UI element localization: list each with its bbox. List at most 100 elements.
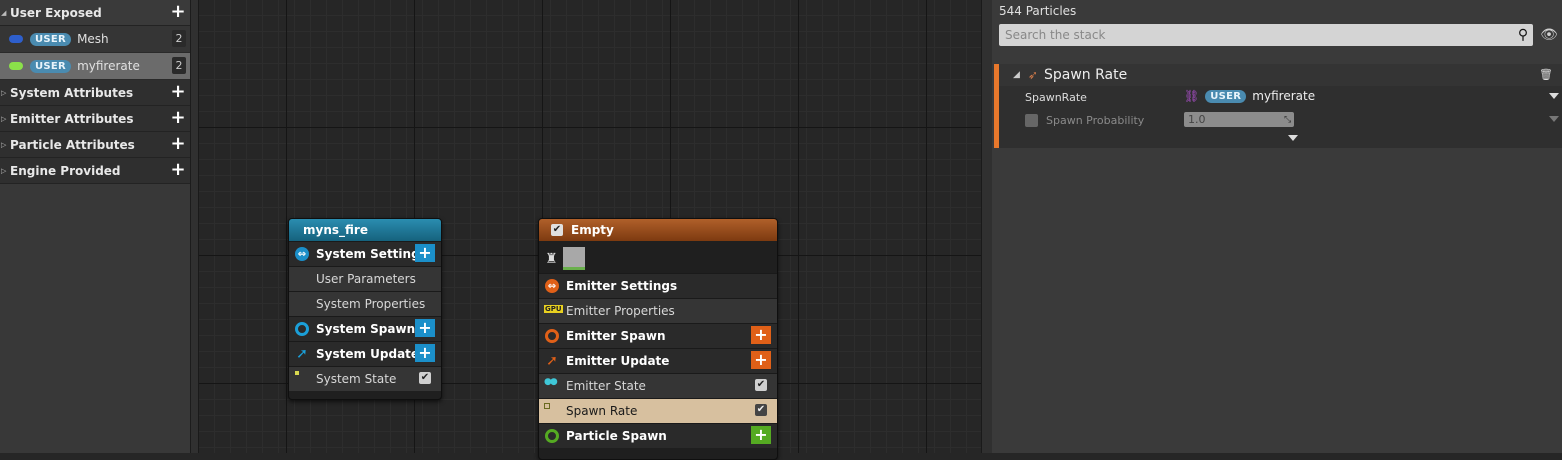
emitter-node[interactable]: ✔ Empty ♜ ⇔ Emitter Settings GPU Emitter… (538, 218, 778, 460)
chevron-down-icon[interactable] (1549, 116, 1559, 122)
add-parameter-button[interactable]: + (170, 3, 186, 21)
add-module-button[interactable]: + (415, 319, 435, 337)
row-label: Emitter Properties (566, 304, 675, 318)
emitter-settings-icon: ⇔ (545, 279, 559, 293)
row-label: System State (316, 372, 397, 386)
emitter-properties-row[interactable]: GPU Emitter Properties (539, 298, 777, 323)
system-node-header[interactable]: myns_fire (289, 219, 441, 241)
add-parameter-button[interactable]: + (170, 109, 186, 127)
row-label: Emitter State (566, 379, 646, 393)
parameter-item-myfirerate[interactable]: USER myfirerate 2 (0, 53, 190, 80)
emitter-thumbnail-row: ♜ (539, 241, 777, 273)
add-module-button[interactable]: + (751, 426, 771, 444)
module-dot-icon (295, 371, 299, 375)
row-label: Emitter Update (566, 354, 670, 368)
user-parameters-row[interactable]: User Parameters (289, 266, 441, 291)
emitter-settings-group[interactable]: ⇔ Emitter Settings (539, 273, 777, 298)
spawnrate-input-row[interactable]: SpawnRate ⛓ USER myfirerate (999, 86, 1562, 109)
category-label: System Attributes (10, 85, 134, 100)
spawn-rate-module[interactable]: ◢ ➶ Spawn Rate 🗑 SpawnRate ⛓ USER myfire… (994, 64, 1562, 148)
expand-arrow-icon[interactable]: ▷ (1, 89, 9, 97)
system-properties-row[interactable]: System Properties (289, 291, 441, 316)
row-label: System Settings (316, 247, 427, 261)
expand-arrow-icon[interactable]: ▷ (1, 167, 9, 175)
collapse-arrow-icon[interactable]: ◢ (1, 9, 9, 17)
user-namespace-pill: USER (30, 59, 72, 73)
row-label: Emitter Spawn (566, 329, 666, 343)
spawn-ring-icon (545, 329, 559, 343)
system-settings-group[interactable]: ⇔ System Settings + (289, 241, 441, 266)
add-module-button[interactable]: + (415, 344, 435, 362)
add-parameter-button[interactable]: + (170, 161, 186, 179)
input-label: SpawnRate (1025, 91, 1087, 104)
add-module-button[interactable]: + (415, 244, 435, 262)
emitter-enable-checkbox[interactable]: ✔ (551, 224, 563, 236)
module-header[interactable]: ◢ ➶ Spawn Rate 🗑 (999, 64, 1562, 86)
row-label: Spawn Rate (566, 404, 638, 418)
category-engine-provided[interactable]: ▷ Engine Provided + (0, 158, 190, 184)
emitter-spawn-group[interactable]: Emitter Spawn + (539, 323, 777, 348)
enable-checkbox[interactable]: ✔ (755, 379, 767, 391)
category-particle-attributes[interactable]: ▷ Particle Attributes + (0, 132, 190, 158)
add-parameter-button[interactable]: + (170, 135, 186, 153)
panel-splitter[interactable] (191, 0, 199, 453)
renderer-pin-icon[interactable]: ♜ (545, 251, 558, 267)
enable-checkbox[interactable]: ✔ (419, 372, 431, 384)
category-label: Particle Attributes (10, 137, 135, 152)
system-spawn-group[interactable]: System Spawn + (289, 316, 441, 341)
expand-arrow-icon[interactable]: ▷ (1, 141, 9, 149)
expand-arrow-icon[interactable]: ▷ (1, 115, 9, 123)
search-stack-input[interactable]: Search the stack ⚲ (999, 24, 1533, 46)
search-icon[interactable]: ⚲ (1515, 27, 1531, 43)
parameter-name: myfirerate (77, 59, 140, 73)
spawn-probability-row[interactable]: Spawn Probability 1.0 ⤡ (999, 109, 1562, 132)
row-label: System Properties (316, 297, 426, 311)
row-label: Particle Spawn (566, 429, 667, 443)
emitter-state-row[interactable]: ●● Emitter State ✔ (539, 373, 777, 398)
spawn-ring-icon (295, 322, 309, 336)
system-state-row[interactable]: System State ✔ (289, 366, 441, 391)
float-type-icon (9, 62, 23, 70)
spawn-rate-row[interactable]: Spawn Rate ✔ (539, 398, 777, 423)
enable-checkbox[interactable]: ✔ (755, 404, 767, 416)
spawn-ring-icon (545, 429, 559, 443)
row-label: System Spawn (316, 322, 416, 336)
probability-value-field[interactable]: 1.0 (1184, 112, 1294, 127)
category-system-attributes[interactable]: ▷ System Attributes + (0, 80, 190, 106)
add-module-button[interactable]: + (751, 326, 771, 344)
parameter-name: Mesh (77, 32, 109, 46)
particle-spawn-group[interactable]: Particle Spawn + (539, 423, 777, 448)
system-settings-icon: ⇔ (295, 247, 309, 261)
trash-icon[interactable]: 🗑 (1539, 68, 1553, 81)
particle-count: 544 Particles (999, 4, 1077, 18)
spawn-module-icon: ➶ (1027, 68, 1038, 82)
add-module-button[interactable]: + (751, 351, 771, 369)
emitter-node-header[interactable]: ✔ Empty (539, 219, 777, 241)
system-overview-graph[interactable]: myns_fire ⇔ System Settings + User Param… (199, 0, 981, 460)
gpu-badge-icon: GPU (544, 305, 563, 313)
selection-stack-panel: 544 Particles Search the stack ⚲ 👁 ◢ ➶ S… (992, 0, 1562, 453)
add-parameter-button[interactable]: + (170, 83, 186, 101)
panel-splitter[interactable] (981, 0, 992, 453)
expand-advanced-icon[interactable] (1288, 135, 1298, 141)
category-label: User Exposed (10, 5, 102, 20)
emitter-thumbnail[interactable] (563, 247, 585, 270)
enable-checkbox[interactable] (1025, 114, 1038, 127)
update-arrow-icon: ➚ (546, 353, 558, 369)
update-arrow-icon: ➚ (296, 346, 308, 362)
reference-count: 2 (172, 57, 186, 74)
emitter-node-title: Empty (571, 223, 614, 237)
linked-value[interactable]: ⛓ USER myfirerate (1184, 89, 1315, 103)
category-user-exposed[interactable]: ◢ User Exposed + (0, 0, 190, 26)
system-node[interactable]: myns_fire ⇔ System Settings + User Param… (288, 218, 442, 400)
collapse-arrow-icon[interactable]: ◢ (1013, 70, 1020, 80)
visibility-eye-icon[interactable]: 👁 (1540, 26, 1558, 44)
system-node-title: myns_fire (303, 223, 368, 237)
category-emitter-attributes[interactable]: ▷ Emitter Attributes + (0, 106, 190, 132)
chevron-down-icon[interactable] (1549, 93, 1559, 99)
parameters-panel: ◢ User Exposed + USER Mesh 2 USER myfire… (0, 0, 191, 453)
parameter-item-mesh[interactable]: USER Mesh 2 (0, 26, 190, 53)
system-update-group[interactable]: ➚ System Update + (289, 341, 441, 366)
emitter-update-group[interactable]: ➚ Emitter Update + (539, 348, 777, 373)
user-namespace-pill: USER (1205, 89, 1247, 103)
